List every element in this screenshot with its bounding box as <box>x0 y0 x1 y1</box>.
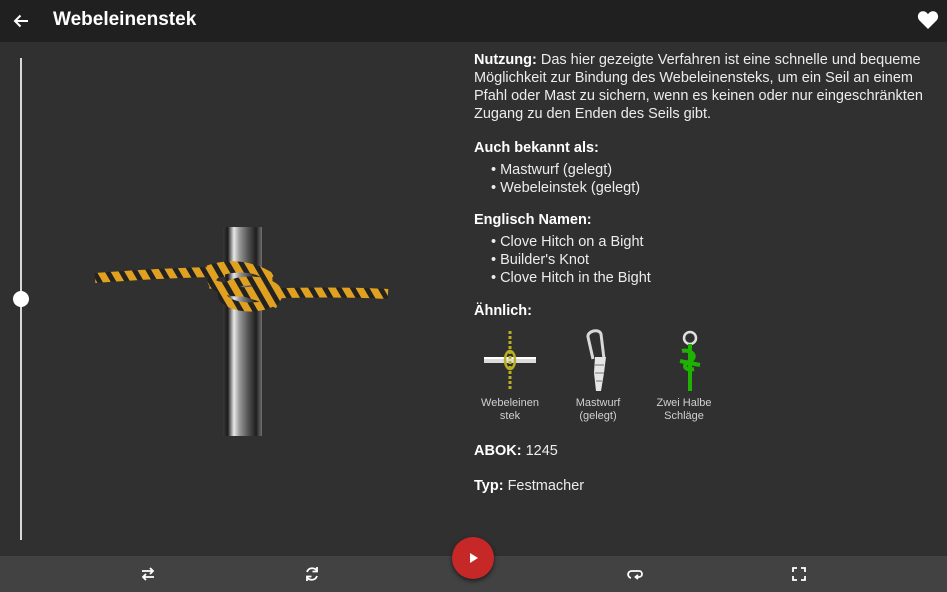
slider-thumb[interactable] <box>13 291 29 307</box>
knot-illustration <box>94 227 389 436</box>
carabiner-hitch-thumbnail-icon <box>586 329 606 391</box>
caption-line: Webeleinen <box>481 397 539 409</box>
favorite-button[interactable] <box>917 10 941 32</box>
caption-line: (gelegt) <box>579 410 617 422</box>
list-item: Webeleinstek (gelegt) <box>491 179 640 197</box>
repeat-icon <box>627 570 643 580</box>
similar-caption: Mastwurf (gelegt) <box>562 397 634 423</box>
page-title: Webeleinenstek <box>53 9 197 30</box>
app-bar: Webeleinenstek <box>0 0 947 42</box>
similar-knot-zwei-halbe-schlaege[interactable]: Zwei Halbe Schläge <box>648 329 720 423</box>
type-row: Typ: Festmacher <box>474 477 584 495</box>
similar-knot-webeleinenstek[interactable]: Webeleinen stek <box>474 329 546 423</box>
english-names-list: Clove Hitch on a Bight Builder's Knot Cl… <box>491 233 651 287</box>
type-value: Festmacher <box>507 478 585 494</box>
flip-button[interactable] <box>139 565 157 583</box>
aka-list: Mastwurf (gelegt) Webeleinstek (gelegt) <box>491 161 640 197</box>
caption-line: Zwei Halbe <box>656 397 712 409</box>
abok-label: ABOK: <box>474 443 522 459</box>
repeat-button[interactable] <box>626 565 644 583</box>
knot-animation-view[interactable] <box>90 222 395 440</box>
list-item: Clove Hitch on a Bight <box>491 233 651 251</box>
similar-label: Ähnlich: <box>474 303 532 319</box>
usage-paragraph: Nutzung: Das hier gezeigte Verfahren ist… <box>474 51 942 123</box>
english-names-label: Englisch Namen: <box>474 212 592 228</box>
play-button[interactable] <box>452 537 494 579</box>
animation-step-slider[interactable] <box>12 58 30 540</box>
caption-line: Mastwurf <box>575 397 621 409</box>
type-label: Typ: <box>474 478 504 494</box>
clove-hitch-thumbnail-icon <box>484 331 536 391</box>
similar-knot-mastwurf[interactable]: Mastwurf (gelegt) <box>562 329 634 423</box>
aka-label: Auch bekannt als: <box>474 140 599 156</box>
back-button[interactable] <box>9 9 33 33</box>
usage-label: Nutzung: <box>474 52 537 68</box>
rotate-button[interactable] <box>303 565 321 583</box>
list-item: Clove Hitch in the Bight <box>491 269 651 287</box>
two-half-hitches-thumbnail-icon <box>679 330 701 391</box>
rotate-icon <box>306 567 318 581</box>
fullscreen-button[interactable] <box>790 565 808 583</box>
fullscreen-icon <box>792 567 806 581</box>
abok-row: ABOK: 1245 <box>474 442 558 460</box>
usage-text: Das hier gezeigte Verfahren ist eine sch… <box>474 52 923 122</box>
similar-caption: Zwei Halbe Schläge <box>648 397 720 423</box>
play-icon <box>470 553 478 563</box>
caption-line: Schläge <box>664 410 704 422</box>
similar-caption: Webeleinen stek <box>474 397 546 423</box>
caption-line: stek <box>499 410 521 422</box>
heart-icon <box>917 11 939 29</box>
abok-value: 1245 <box>525 443 558 459</box>
swap-horizontal-icon <box>141 567 155 581</box>
arrow-left-icon <box>13 14 28 28</box>
list-item: Builder's Knot <box>491 251 651 269</box>
list-item: Mastwurf (gelegt) <box>491 161 640 179</box>
